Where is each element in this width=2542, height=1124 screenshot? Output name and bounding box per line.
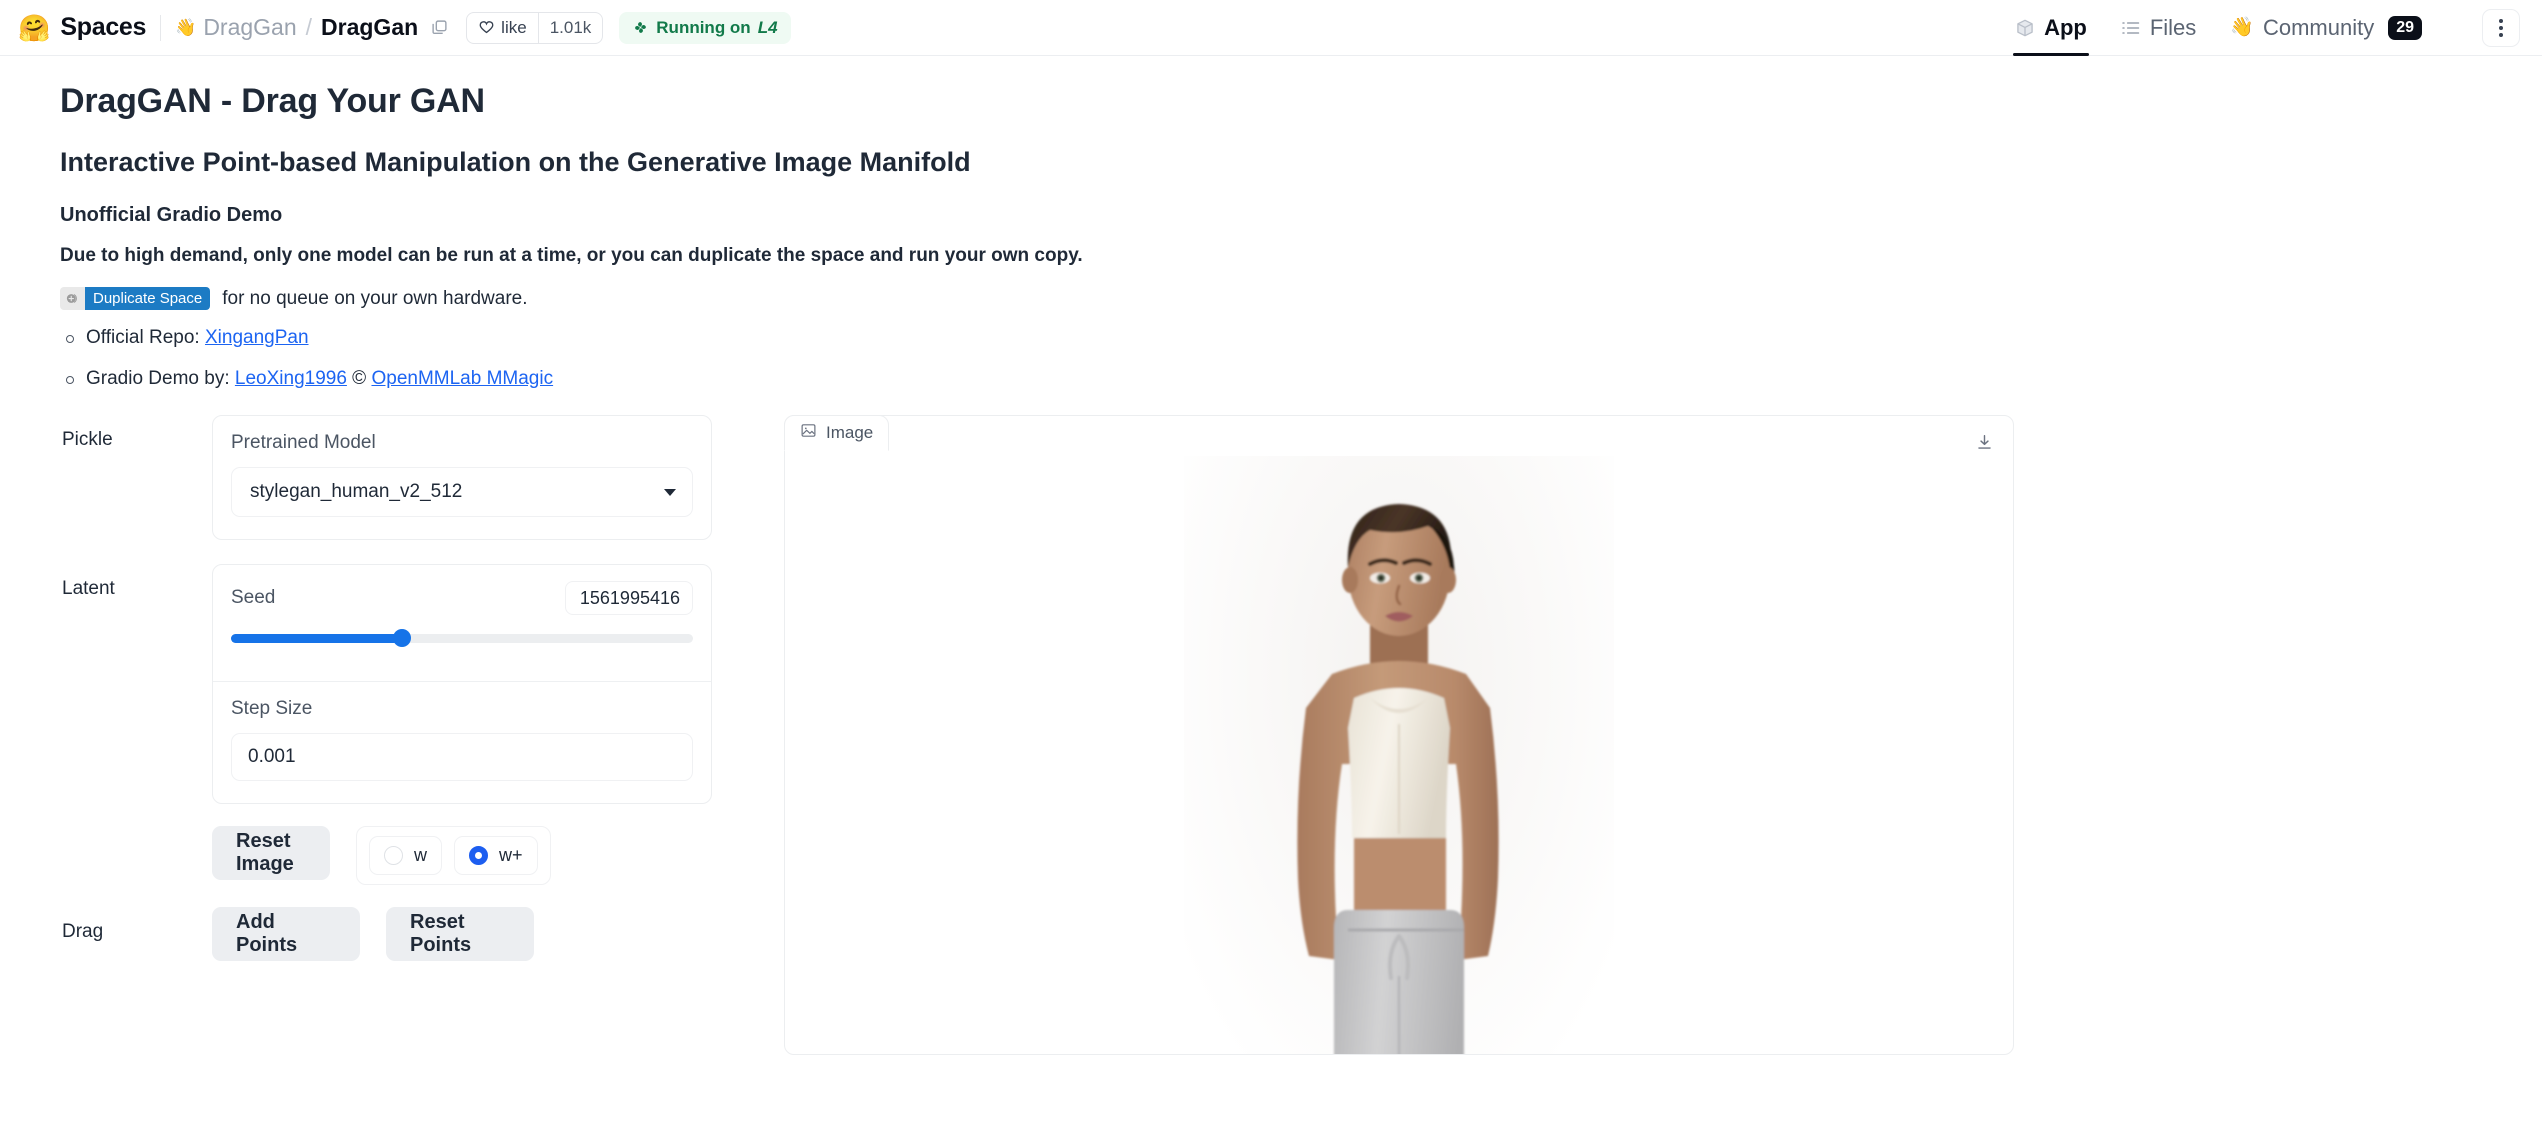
breadcrumb: 👋 DragGan / DragGan bbox=[175, 14, 448, 41]
demand-notice: Due to high demand, only one model can b… bbox=[60, 245, 1083, 266]
tab-community[interactable]: 👋 Community 29 bbox=[2230, 0, 2422, 56]
reset-row: Reset Image w w+ bbox=[60, 804, 760, 885]
pickle-row-label: Pickle bbox=[62, 429, 113, 450]
controls-column: Pickle Pretrained Model stylegan_human_v… bbox=[60, 415, 760, 1055]
latent-space-radio-group: w w+ bbox=[356, 826, 551, 885]
generated-figure bbox=[1184, 456, 1614, 1054]
drag-row-label: Drag bbox=[62, 921, 104, 942]
radio-dot-wplus[interactable] bbox=[469, 846, 488, 865]
duplicate-space-hint: for no queue on your own hardware. bbox=[222, 287, 528, 309]
divider bbox=[160, 14, 162, 41]
status-hardware: L4 bbox=[757, 17, 778, 37]
link-leoxing1996[interactable]: LeoXing1996 bbox=[235, 368, 347, 389]
like-group[interactable]: like 1.01k bbox=[466, 11, 604, 44]
add-points-button[interactable]: Add Points bbox=[212, 907, 360, 961]
tab-files-label: Files bbox=[2149, 14, 2197, 40]
image-tab[interactable]: Image bbox=[784, 415, 890, 451]
reset-points-button[interactable]: Reset Points bbox=[386, 907, 534, 961]
image-column: Image bbox=[784, 415, 2014, 1055]
link-openmmlab-mmagic[interactable]: OpenMMLab MMagic bbox=[371, 368, 553, 389]
reference-links: Official Repo: XingangPan Gradio Demo by… bbox=[60, 324, 2542, 393]
radio-label-wplus: w+ bbox=[499, 845, 523, 865]
pretrained-model-select[interactable]: stylegan_human_v2_512 bbox=[231, 467, 693, 517]
official-repo-prefix: Official Repo: bbox=[86, 327, 205, 348]
status-prefix: Running on bbox=[656, 17, 751, 37]
latent-card: Seed 1561995416 Step Size 0.001 bbox=[212, 564, 712, 804]
step-size-label: Step Size bbox=[231, 698, 313, 719]
breadcrumb-repo[interactable]: DragGan bbox=[321, 14, 418, 41]
latent-row-label: Latent bbox=[62, 578, 115, 599]
seed-header: Seed 1561995416 bbox=[231, 581, 693, 615]
copy-icon[interactable] bbox=[431, 19, 448, 36]
tab-app[interactable]: App bbox=[2013, 0, 2089, 56]
nav-tabs: App Files 👋 Community 29 bbox=[2013, 0, 2520, 56]
spaces-brand[interactable]: 🤗 Spaces bbox=[18, 13, 146, 42]
reset-row-label bbox=[60, 804, 212, 818]
page-subtitle: Interactive Point-based Manipulation on … bbox=[60, 147, 971, 177]
seed-input[interactable]: 1561995416 bbox=[565, 581, 693, 615]
owner-avatar-icon: 👋 bbox=[175, 18, 197, 37]
wave-icon: 👋 bbox=[2230, 17, 2254, 38]
drag-row: Drag Add Points Reset Points bbox=[60, 885, 760, 961]
list-item: Official Repo: XingangPan bbox=[60, 324, 2542, 353]
chevron-down-icon bbox=[664, 488, 676, 496]
top-navigation-bar: 🤗 Spaces 👋 DragGan / DragGan like 1.01k … bbox=[0, 0, 2542, 56]
list-item: Gradio Demo by: LeoXing1996 © OpenMMLab … bbox=[60, 365, 2542, 394]
gradio-demo-prefix: Gradio Demo by: bbox=[86, 367, 235, 389]
pretrained-model-value: stylegan_human_v2_512 bbox=[250, 481, 463, 502]
pretrained-model-card: Pretrained Model stylegan_human_v2_512 bbox=[212, 415, 712, 540]
pickle-row: Pickle Pretrained Model stylegan_human_v… bbox=[60, 415, 760, 540]
radio-option-w[interactable]: w bbox=[369, 836, 442, 875]
image-canvas[interactable] bbox=[785, 452, 2013, 1054]
radio-option-wplus[interactable]: w+ bbox=[454, 836, 538, 875]
image-panel: Image bbox=[784, 415, 2014, 1055]
huggingface-logo-icon: 🤗 bbox=[18, 12, 51, 43]
duplicate-icon bbox=[60, 287, 85, 310]
duplicate-space-button[interactable]: Duplicate Space bbox=[60, 287, 211, 310]
duplicate-space-label: Duplicate Space bbox=[85, 287, 211, 310]
seed-slider[interactable] bbox=[231, 629, 693, 647]
cube-icon bbox=[2015, 18, 2035, 38]
like-label: like bbox=[501, 17, 527, 37]
radio-label-w: w bbox=[414, 845, 427, 865]
stylegan-human-illustration bbox=[1184, 456, 1614, 1054]
breadcrumb-owner[interactable]: DragGan bbox=[203, 14, 296, 41]
seed-label: Seed bbox=[231, 587, 276, 608]
like-count: 1.01k bbox=[537, 12, 603, 43]
copyright-separator: © bbox=[346, 367, 372, 389]
community-count-badge: 29 bbox=[2388, 15, 2422, 40]
radio-dot-w[interactable] bbox=[384, 846, 403, 865]
slider-fill bbox=[231, 634, 402, 643]
image-icon bbox=[800, 422, 817, 444]
latent-row: Latent Seed 1561995416 Step Size 0.001 bbox=[60, 564, 760, 804]
kebab-menu-icon[interactable] bbox=[2482, 8, 2520, 47]
link-xingangpan[interactable]: XingangPan bbox=[205, 327, 309, 348]
gradio-app: Pickle Pretrained Model stylegan_human_v… bbox=[60, 415, 2542, 1055]
files-icon bbox=[2121, 18, 2141, 38]
pretrained-model-label: Pretrained Model bbox=[231, 432, 376, 453]
status-badge: Running on L4 bbox=[619, 11, 791, 44]
heart-icon bbox=[479, 21, 494, 34]
reset-and-mode-row: Reset Image w w+ bbox=[212, 826, 551, 885]
step-size-input[interactable]: 0.001 bbox=[231, 733, 693, 781]
breadcrumb-separator: / bbox=[305, 14, 313, 40]
tab-files[interactable]: Files bbox=[2121, 0, 2196, 56]
image-tab-label: Image bbox=[826, 423, 874, 442]
like-button[interactable]: like bbox=[467, 13, 538, 43]
tab-app-label: App bbox=[2044, 14, 2087, 40]
page-body: DragGAN - Drag Your GAN Interactive Poin… bbox=[0, 56, 2542, 1055]
slider-thumb[interactable] bbox=[392, 629, 411, 647]
page-title: DragGAN - Drag Your GAN bbox=[60, 82, 485, 120]
reset-image-button[interactable]: Reset Image bbox=[212, 826, 330, 880]
duplicate-space-row: Duplicate Space for no queue on your own… bbox=[60, 287, 2542, 310]
drag-buttons-row: Add Points Reset Points bbox=[212, 907, 534, 961]
pinwheel-icon bbox=[635, 22, 647, 33]
tab-community-label: Community bbox=[2262, 14, 2375, 40]
section-heading: Unofficial Gradio Demo bbox=[60, 204, 283, 226]
brand-label: Spaces bbox=[60, 13, 147, 41]
